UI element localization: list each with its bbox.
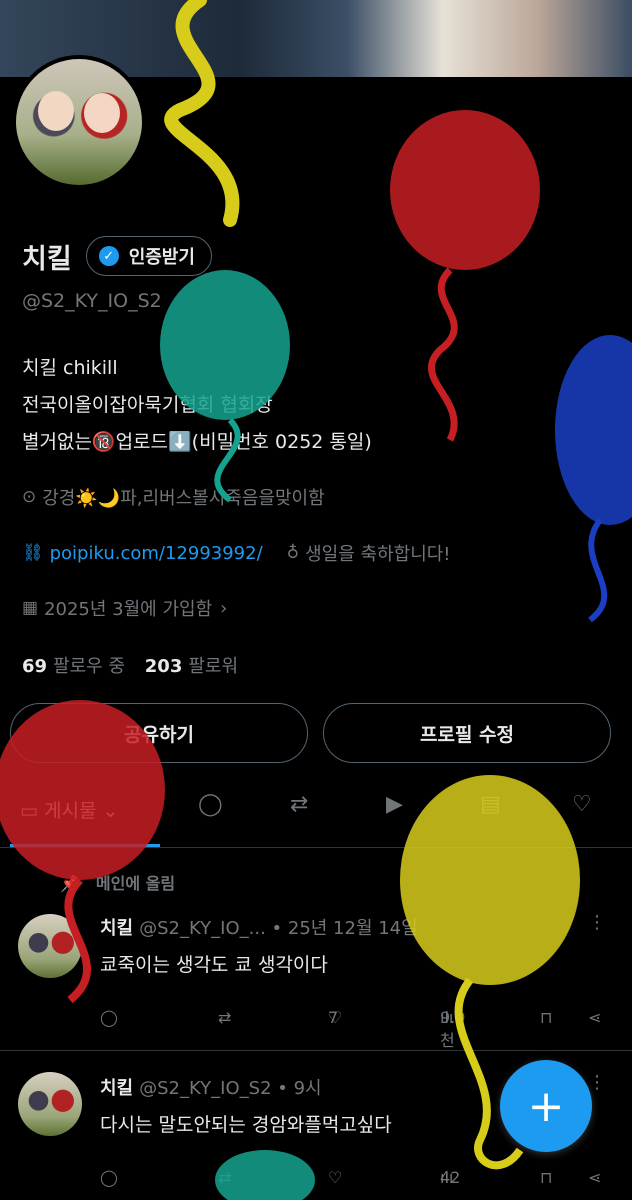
- share-icon[interactable]: ⋖: [588, 1168, 601, 1187]
- plus-icon: +: [527, 1080, 565, 1132]
- likes-tab-icon[interactable]: ♡: [572, 792, 592, 817]
- reply-icon[interactable]: ◯: [100, 1008, 118, 1027]
- repost-icon[interactable]: ⇄: [218, 1168, 231, 1187]
- repost-icon[interactable]: ⇄: [218, 1008, 231, 1027]
- follow-stats: 69 팔로우 중 203 팔로워: [22, 652, 238, 678]
- location-text: 강경☀️🌙파,리버스볼시죽음을맞이함: [42, 488, 325, 509]
- like-count: 7: [328, 1008, 339, 1027]
- link-icon: ⛓: [22, 543, 44, 563]
- following-stat[interactable]: 69 팔로우 중: [22, 656, 125, 677]
- get-verified-button[interactable]: ✓ 인증받기: [85, 236, 212, 276]
- post-meta: @S2_KY_IO_S2 • 9시: [139, 1078, 322, 1099]
- heart-icon[interactable]: ♡: [328, 1168, 342, 1187]
- profile-handle: @S2_KY_IO_S2: [22, 290, 162, 312]
- profile-avatar[interactable]: [12, 55, 146, 189]
- birthday-icon: ♁: [286, 543, 300, 563]
- view-count: 9.9천: [440, 1008, 466, 1050]
- post-actions: ◯ ⇄ ♡ ılı 42 ⊓ ⋖: [100, 1168, 620, 1198]
- bio-line: 전국이올이잡아묵기협회 협회장: [22, 394, 273, 416]
- profile-website-row: ⛓ poipiku.com/12993992/ ♁ 생일을 축하합니다!: [22, 540, 451, 566]
- blue-string-scribble: [588, 518, 608, 623]
- joined-text: 2025년 3월에 가입함: [44, 599, 213, 620]
- post-text: 다시는 말도안되는 경암와플먹고싶다: [100, 1114, 392, 1136]
- view-count: 42: [440, 1168, 461, 1187]
- post-meta: @S2_KY_IO_... • 25년 12월 14일: [139, 918, 418, 939]
- bio-line: 치킬 chikill: [22, 357, 118, 379]
- post-text: 쿄죽이는 생각도 쿄 생각이다: [100, 954, 328, 976]
- bookmark-icon[interactable]: ⊓: [540, 1008, 552, 1027]
- post-author-name[interactable]: 치킬: [100, 918, 133, 939]
- get-verified-label: 인증받기: [128, 247, 195, 268]
- chevron-right-icon: ›: [220, 597, 228, 619]
- posts-icon: ▭: [20, 800, 38, 822]
- share-icon[interactable]: ⋖: [588, 1008, 601, 1027]
- post-avatar[interactable]: [18, 914, 82, 978]
- post-author-name[interactable]: 치킬: [100, 1078, 133, 1099]
- profile-bio: 치킬 chikill 전국이올이잡아묵기협회 협회장 별거없는🔞업로드⬇️(비밀…: [22, 350, 372, 461]
- followers-count: 203: [144, 656, 183, 677]
- blue-balloon-scribble: [555, 335, 632, 525]
- chevron-down-icon: ⌄: [102, 800, 119, 822]
- pinned-label: 메인에 올림: [95, 874, 176, 893]
- post-actions: ◯ ⇄ ♡ 7 ılı 9.9천 ⊓ ⋖: [100, 1008, 620, 1050]
- location-pin-icon: ⊙: [22, 487, 37, 507]
- post-divider: [0, 1050, 632, 1051]
- red-string-scribble: [428, 267, 458, 442]
- reply-icon[interactable]: ◯: [100, 1168, 118, 1187]
- post-avatar[interactable]: [18, 1072, 82, 1136]
- red-balloon-scribble: [390, 110, 540, 270]
- tab-posts[interactable]: ▭ 게시물 ⌄: [20, 796, 118, 823]
- replies-icon[interactable]: ◯: [198, 792, 223, 817]
- bookmark-icon[interactable]: ⊓: [540, 1168, 552, 1187]
- edit-profile-button[interactable]: 프로필 수정: [323, 703, 611, 763]
- pin-icon: 📌: [60, 874, 80, 893]
- articles-icon[interactable]: ▤: [480, 792, 501, 817]
- profile-tabs: ▭ 게시물 ⌄ ◯ ⇄ ▶ ▤ ♡: [0, 780, 632, 840]
- followers-stat[interactable]: 203 팔로워: [145, 656, 238, 677]
- profile-name: 치킬: [22, 243, 72, 275]
- more-options-icon[interactable]: ⋮: [588, 912, 606, 933]
- bio-line: 별거없는🔞업로드⬇️(비밀번호 0252 통일): [22, 431, 372, 453]
- profile-joined-row[interactable]: ▦ 2025년 3월에 가입함 ›: [22, 595, 227, 621]
- calendar-icon: ▦: [22, 598, 39, 618]
- compose-post-button[interactable]: +: [500, 1060, 592, 1152]
- profile-name-row: 치킬 ✓ 인증받기: [22, 236, 212, 276]
- following-label: 팔로우 중: [53, 656, 126, 677]
- post-header: 치킬 @S2_KY_IO_... • 25년 12월 14일: [100, 914, 418, 940]
- more-options-icon[interactable]: ⋮: [588, 1072, 606, 1093]
- media-icon[interactable]: ▶: [386, 792, 403, 817]
- tab-posts-label: 게시물: [44, 800, 97, 822]
- share-button[interactable]: 공유하기: [10, 703, 308, 763]
- profile-location: ⊙ 강경☀️🌙파,리버스볼시죽음을맞이함: [22, 484, 325, 510]
- following-count: 69: [22, 656, 48, 677]
- tabs-divider: [0, 847, 632, 848]
- retweet-icon[interactable]: ⇄: [290, 792, 308, 817]
- pinned-indicator: 📌 메인에 올림: [60, 870, 175, 894]
- verified-badge-icon: ✓: [98, 246, 119, 266]
- website-link[interactable]: poipiku.com/12993992/: [50, 543, 263, 564]
- followers-label: 팔로워: [188, 656, 239, 677]
- birthday-text: 생일을 축하합니다!: [305, 544, 451, 565]
- post-header: 치킬 @S2_KY_IO_S2 • 9시: [100, 1074, 322, 1100]
